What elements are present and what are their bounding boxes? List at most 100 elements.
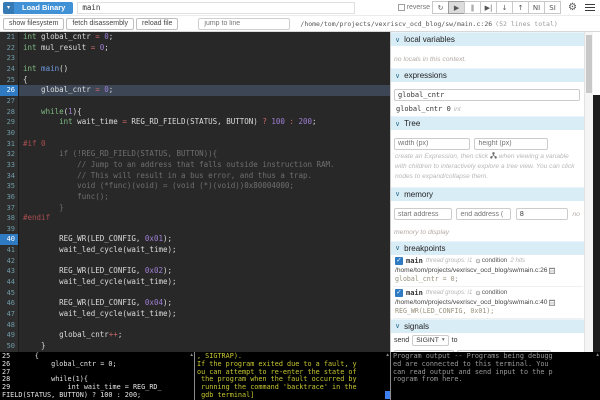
line-number-gutter[interactable]: 34 xyxy=(0,171,19,182)
memory-start-address-input[interactable] xyxy=(394,208,452,220)
scroll-up-icon[interactable]: ▴ xyxy=(386,352,389,358)
breakpoint-condition-button[interactable]: ⊙condition xyxy=(475,289,507,297)
breakpoint-path[interactable]: /home/tom/projects/vexriscv_ocd_blog/sw/… xyxy=(395,267,581,274)
line-number-gutter[interactable]: 22 xyxy=(0,43,19,54)
tree-height-input[interactable] xyxy=(474,138,548,150)
signal-select[interactable]: SIGINT▾ xyxy=(412,335,448,346)
line-number-gutter[interactable]: 26 xyxy=(0,85,19,96)
sidebar-scrollbar[interactable] xyxy=(584,32,593,352)
gear-icon[interactable]: ⚙ xyxy=(568,3,577,13)
reverse-checkbox-wrap[interactable]: reverse xyxy=(398,4,430,11)
jump-to-line-input[interactable] xyxy=(198,18,290,30)
breakpoint-checkbox[interactable]: ✓ xyxy=(395,257,403,265)
line-number-gutter[interactable]: 28 xyxy=(0,107,19,118)
scroll-up-icon[interactable]: ▴ xyxy=(596,352,599,358)
line-number-gutter[interactable]: 31 xyxy=(0,139,19,150)
fetch-disassembly-button[interactable]: fetch disassembly xyxy=(66,18,134,30)
code-text xyxy=(19,53,390,64)
breakpoint-meta: thread groups: i1 xyxy=(426,289,472,296)
code-text: REG_WR(LED_CONFIG, 0x04); xyxy=(19,298,390,309)
scrollbar-thumb[interactable] xyxy=(385,391,390,399)
line-number-gutter[interactable]: 46 xyxy=(0,298,19,309)
line-number-gutter[interactable]: 44 xyxy=(0,277,19,288)
next-instruction-button[interactable]: NI xyxy=(528,1,545,14)
line-number-gutter[interactable]: 49 xyxy=(0,330,19,341)
line-number-gutter[interactable]: 29 xyxy=(0,117,19,128)
memory-bytes-input[interactable] xyxy=(516,208,568,220)
step-over-button[interactable]: ▶| xyxy=(480,1,497,14)
line-number-gutter[interactable]: 33 xyxy=(0,160,19,171)
scrollbar-thumb[interactable] xyxy=(586,35,592,93)
section-memory[interactable]: ∨ memory xyxy=(391,187,585,201)
load-binary-button[interactable]: ▾ Load Binary xyxy=(3,2,73,14)
code-text: int main() xyxy=(19,64,390,75)
line-number-gutter[interactable]: 48 xyxy=(0,320,19,331)
line-number-gutter[interactable]: 23 xyxy=(0,53,19,64)
expression-input[interactable] xyxy=(394,89,580,101)
caret-down-icon[interactable]: ▾ xyxy=(3,2,14,14)
code-text: wait_led_cycle(wait_time); xyxy=(19,245,390,256)
load-binary-label[interactable]: Load Binary xyxy=(14,2,73,14)
source-file-path: /home/tom/projects/vexriscv_ocd_blog/sw/… xyxy=(300,20,557,28)
show-filesystem-button[interactable]: show filesystem xyxy=(3,18,64,30)
tree-icon xyxy=(490,152,497,159)
restart-button[interactable]: ↻ xyxy=(432,1,449,14)
line-number-gutter[interactable]: 47 xyxy=(0,309,19,320)
line-number-gutter[interactable]: 37 xyxy=(0,203,19,214)
chevron-down-icon: ∨ xyxy=(395,190,400,198)
line-number-gutter[interactable]: 41 xyxy=(0,245,19,256)
tree-width-input[interactable] xyxy=(394,138,470,150)
line-number-gutter[interactable]: 43 xyxy=(0,266,19,277)
section-local-variables[interactable]: ∨ local variables xyxy=(391,32,585,46)
chevron-down-icon: ∨ xyxy=(395,36,400,44)
pause-button[interactable]: ∥ xyxy=(464,1,481,14)
gdbgui-console-terminal[interactable]: ▴ , SIGTRAP).If the program exited due t… xyxy=(195,352,390,400)
section-title: memory xyxy=(404,190,433,199)
section-breakpoints[interactable]: ∨ breakpoints xyxy=(391,241,585,255)
trash-icon[interactable] xyxy=(549,299,555,306)
reverse-checkbox[interactable] xyxy=(398,4,405,11)
code-line: 49 global_cntr++; xyxy=(0,330,390,341)
gdb-terminal[interactable]: ▴ 25 {26 global_cntr = 0;2728 while(1){2… xyxy=(0,352,194,400)
section-expressions[interactable]: ∨ expressions xyxy=(391,68,585,82)
line-number-gutter[interactable]: 40 xyxy=(0,234,19,245)
line-number-gutter[interactable]: 25 xyxy=(0,75,19,86)
code-line: 43 REG_WR(LED_CONFIG, 0x02); xyxy=(0,266,390,277)
code-text: // Jump to an address that falls outside… xyxy=(19,160,390,171)
line-number-gutter[interactable]: 39 xyxy=(0,224,19,235)
expression-row[interactable]: global_cntr 0int xyxy=(394,102,582,114)
code-text: while(1){ xyxy=(19,107,390,118)
section-tree[interactable]: ∨ Tree xyxy=(391,116,585,130)
line-number-gutter[interactable]: 36 xyxy=(0,192,19,203)
source-code-editor[interactable]: 21int global_cntr = 0;22int mul_result =… xyxy=(0,32,390,352)
line-number-gutter[interactable]: 32 xyxy=(0,149,19,160)
breakpoint-path[interactable]: /home/tom/projects/vexriscv_ocd_blog/sw/… xyxy=(395,299,581,306)
line-number-gutter[interactable]: 21 xyxy=(0,32,19,43)
code-text xyxy=(19,96,390,107)
line-number-gutter[interactable]: 27 xyxy=(0,96,19,107)
line-number-gutter[interactable]: 24 xyxy=(0,64,19,75)
binary-path-input[interactable] xyxy=(77,2,355,14)
breakpoint-item: ✓ main thread groups: i1 ⊙condition /hom… xyxy=(393,287,583,319)
continue-button[interactable]: ▶ xyxy=(448,1,465,14)
trash-icon[interactable] xyxy=(549,267,555,274)
step-into-button[interactable]: ↓ xyxy=(496,1,513,14)
line-number-gutter[interactable]: 35 xyxy=(0,181,19,192)
line-number-gutter[interactable]: 30 xyxy=(0,128,19,139)
step-instruction-button[interactable]: SI xyxy=(544,1,561,14)
hamburger-menu-icon[interactable] xyxy=(585,2,595,13)
breakpoint-checkbox[interactable]: ✓ xyxy=(395,289,403,297)
step-out-button[interactable]: ↑ xyxy=(512,1,529,14)
breakpoint-code-preview: global_cntr = 0; xyxy=(395,275,581,283)
line-number-gutter[interactable]: 38 xyxy=(0,213,19,224)
line-number-gutter[interactable]: 50 xyxy=(0,341,19,352)
line-number-gutter[interactable]: 42 xyxy=(0,256,19,267)
memory-end-address-input[interactable] xyxy=(456,208,511,220)
breakpoint-condition-button[interactable]: ⊙condition xyxy=(475,257,507,265)
scroll-up-icon[interactable]: ▴ xyxy=(190,352,193,358)
line-number-gutter[interactable]: 45 xyxy=(0,288,19,299)
section-signals[interactable]: ∨ signals xyxy=(391,319,585,333)
reload-file-button[interactable]: reload file xyxy=(136,18,178,30)
code-text xyxy=(19,128,390,139)
program-output-terminal[interactable]: ▴ Program output -- Programs being debug… xyxy=(391,352,600,400)
